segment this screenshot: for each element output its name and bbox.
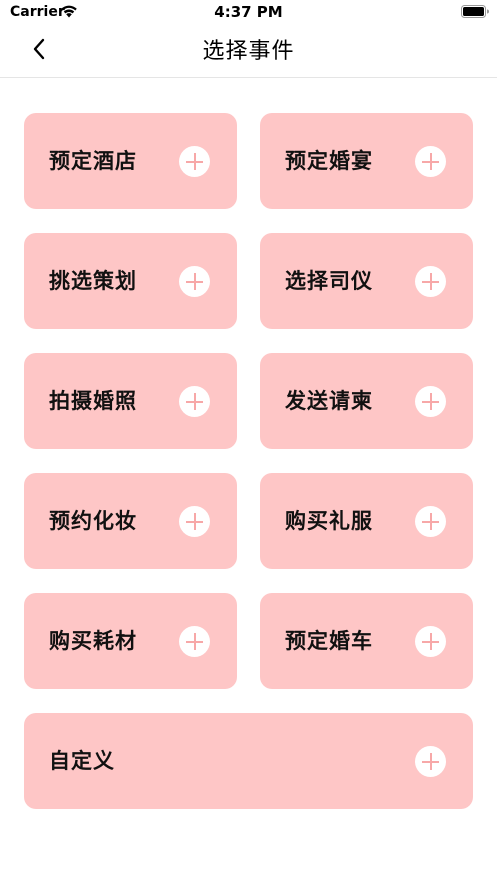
- event-label: 预约化妆: [49, 509, 137, 533]
- event-label: 挑选策划: [49, 269, 137, 293]
- plus-icon[interactable]: [179, 146, 210, 177]
- event-card-invitations[interactable]: 发送请柬: [260, 353, 473, 449]
- event-card-hotel[interactable]: 预定酒店: [24, 113, 237, 209]
- plus-icon[interactable]: [415, 266, 446, 297]
- navigation-bar: 选择事件: [0, 26, 497, 78]
- plus-icon[interactable]: [179, 266, 210, 297]
- event-label: 预定婚宴: [285, 149, 373, 173]
- battery-icon: [461, 5, 489, 18]
- event-card-planner[interactable]: 挑选策划: [24, 233, 237, 329]
- clock: 4:37 PM: [214, 3, 283, 21]
- event-card-host[interactable]: 选择司仪: [260, 233, 473, 329]
- event-label: 发送请柬: [285, 389, 373, 413]
- event-card-dress[interactable]: 购买礼服: [260, 473, 473, 569]
- event-label: 拍摄婚照: [49, 389, 137, 413]
- event-card-wedding-car[interactable]: 预定婚车: [260, 593, 473, 689]
- event-card-custom[interactable]: 自定义: [24, 713, 473, 809]
- event-card-banquet[interactable]: 预定婚宴: [260, 113, 473, 209]
- event-label: 自定义: [49, 749, 115, 773]
- event-label: 选择司仪: [285, 269, 373, 293]
- plus-icon[interactable]: [179, 386, 210, 417]
- event-label: 预定婚车: [285, 629, 373, 653]
- plus-icon[interactable]: [415, 386, 446, 417]
- event-card-makeup[interactable]: 预约化妆: [24, 473, 237, 569]
- event-label: 预定酒店: [49, 149, 137, 173]
- plus-icon[interactable]: [415, 746, 446, 777]
- page-title: 选择事件: [202, 39, 295, 64]
- plus-icon[interactable]: [179, 626, 210, 657]
- plus-icon[interactable]: [415, 146, 446, 177]
- plus-icon[interactable]: [415, 506, 446, 537]
- event-label: 购买耗材: [49, 629, 137, 653]
- status-bar: Carrier 4:37 PM: [0, 0, 497, 26]
- event-card-supplies[interactable]: 购买耗材: [24, 593, 237, 689]
- event-card-photos[interactable]: 拍摄婚照: [24, 353, 237, 449]
- plus-icon[interactable]: [179, 506, 210, 537]
- event-label: 购买礼服: [285, 509, 373, 533]
- plus-icon[interactable]: [415, 626, 446, 657]
